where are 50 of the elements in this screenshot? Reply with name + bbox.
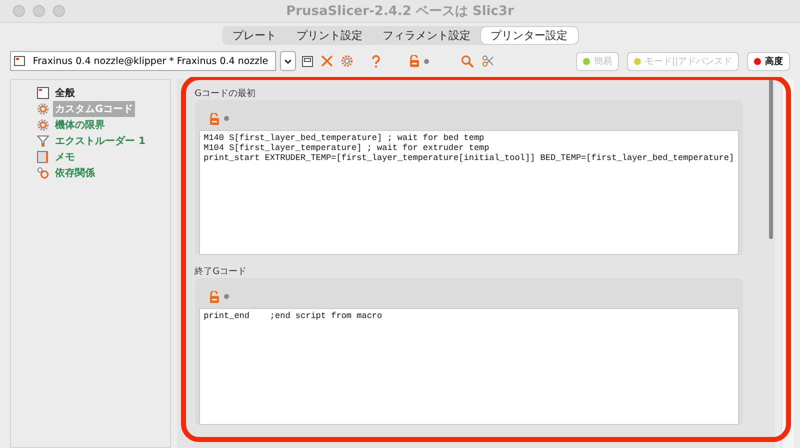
save-icon [302,56,313,66]
close-button[interactable] [13,5,25,17]
code-line: M104 S[first_layer_temperature] ; wait for extruder temp [204,143,490,153]
scissors-icon [482,55,494,67]
section-title: Gコードの最初 [194,88,257,100]
dropdown-button[interactable] [280,51,296,71]
sidebar-item[interactable]: 全般 [53,84,77,100]
code-line: print_start EXTRUDER_TEMP=[first_layer_temperature[initial_tool]] BED_TEMP=[first_layer_bed_temperature] [204,153,734,163]
tab[interactable]: プリンター設定 [480,27,578,44]
cross-icon [321,55,333,67]
tab[interactable]: プレート [222,27,286,44]
printer-preset-icon [14,56,25,66]
sidebar-item[interactable]: エクストルーダー 1 [53,132,148,148]
preset-dropdown[interactable]: Fraxinus 0.4 nozzle@klipper * Fraxinus 0.4 nozzle [10,51,276,71]
compare-button[interactable] [480,55,496,67]
dot-icon [224,116,229,121]
mode-button[interactable]: 高度 [747,52,790,70]
save-button[interactable] [300,56,315,66]
tab[interactable]: プリント設定 [286,27,372,44]
tab[interactable]: フィラメント設定 [372,27,480,44]
code-line: print_end ;end script from macro [204,311,384,321]
code-editor[interactable]: print_end ;end script from macro [198,308,740,425]
note-icon [37,150,49,162]
settings-button[interactable] [339,55,355,67]
section-title: 終了Gコード [194,266,248,278]
unlocked-lock-icon[interactable] [208,112,220,124]
chevron-down-icon [284,58,292,64]
gear-icon [341,55,353,67]
search-icon [461,54,474,68]
code-editor[interactable] [198,130,740,255]
gear-icon [37,118,49,130]
code-line: M140 S[first_layer_bed_temperature] ; wait for bed temp [204,133,486,143]
gears-icon [37,166,49,178]
search-button[interactable] [459,54,476,68]
window-title: PrusaSlicer-2.4.2 ベースは Slic3r [285,3,515,20]
zoom-button[interactable] [53,5,65,17]
dot-icon [424,58,429,64]
dot-icon [224,294,229,299]
help-button[interactable] [369,54,383,68]
scrollbar-thumb[interactable] [769,79,774,239]
gear-icon [37,102,49,114]
sidebar-item[interactable]: 依存関係 [53,164,97,180]
sidebar-item[interactable]: 機体の限界 [53,116,107,132]
unlocked-lock-icon[interactable] [208,290,220,302]
minimize-button[interactable] [33,5,45,17]
funnel-icon [37,134,49,146]
unlocked-lock-icon[interactable] [409,55,420,67]
page-icon [37,86,49,98]
question-mark-icon [371,54,381,68]
sidebar-item[interactable]: メモ [53,148,77,164]
